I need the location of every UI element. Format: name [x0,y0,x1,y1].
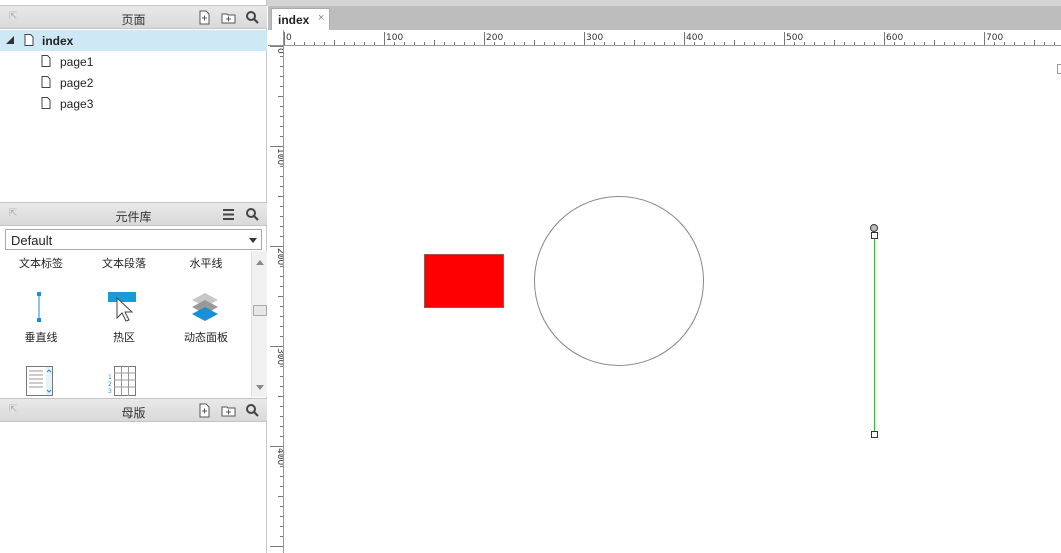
tree-item-label: page1 [60,55,94,69]
tree-item-page3[interactable]: page3 [0,93,267,114]
library-scrollbar[interactable] [251,251,267,397]
pages-panel-header: ⇱ 页面 [0,5,267,29]
tree-item-index[interactable]: index [0,30,267,51]
chevron-down-icon [249,238,257,243]
hotspot-widget-icon[interactable] [108,292,138,322]
scroll-up-icon[interactable] [256,260,264,265]
list-box-widget-icon[interactable] [26,366,53,396]
ruler-label: 200 [486,33,503,43]
widget-label[interactable]: 热区 [84,329,164,345]
scroll-down-icon[interactable] [256,385,264,390]
vertical-line-shape[interactable] [874,236,875,435]
ruler-label: 0 [286,33,292,43]
tree-item-page2[interactable]: page2 [0,72,267,93]
ruler-label: 300 [275,348,284,365]
page-icon [24,34,34,46]
vertical-line-widget-icon[interactable] [34,292,44,322]
widget-label[interactable]: 水平线 [166,255,246,271]
ruler-label: 200 [275,248,284,265]
table-widget-icon[interactable]: 123 [108,366,136,396]
circle-shape[interactable] [534,196,704,366]
ruler-corner [268,30,284,46]
search-icon[interactable] [245,403,260,418]
ruler-label: 400 [686,33,703,43]
horizontal-ruler: 0 100 200 300 400 500 600 700 [284,30,1061,46]
tab-label: index [278,13,310,27]
ruler-label: 600 [886,33,903,43]
dynamic-panel-widget-icon[interactable] [190,292,220,322]
page-icon [41,76,51,88]
menu-icon[interactable] [221,207,236,222]
close-icon[interactable]: × [318,12,324,24]
tab-index[interactable]: index × [271,8,330,30]
library-select-value: Default [11,233,53,248]
tree-item-label: page3 [60,97,94,111]
add-folder-icon[interactable] [221,403,236,418]
left-panels: ⇱ 页面 index page1 page2 page3 ⇱ 元件库 Defau… [0,0,267,553]
library-panel-header: ⇱ 元件库 [0,202,267,226]
svg-text:2: 2 [108,381,112,388]
design-canvas[interactable] [285,47,1061,553]
add-page-icon[interactable] [197,10,212,25]
ruler-label: 100 [386,33,403,43]
tree-item-label: index [42,34,74,48]
add-folder-icon[interactable] [221,10,236,25]
svg-text:1: 1 [108,374,112,381]
vertical-ruler: 0 100 200 300 400 [268,46,284,553]
collapse-triangle-icon[interactable] [6,36,14,44]
add-master-icon[interactable] [197,403,212,418]
widget-label[interactable]: 文本段落 [84,255,164,271]
page-icon [41,97,51,109]
resize-handle-top[interactable] [871,232,878,239]
scroll-thumb[interactable] [253,305,267,316]
widget-label[interactable]: 垂直线 [1,329,81,345]
search-icon[interactable] [245,10,260,25]
tree-item-page1[interactable]: page1 [0,51,267,72]
ruler-label: 300 [586,33,603,43]
ruler-label: 100 [275,148,284,165]
search-icon[interactable] [245,207,260,222]
panel-edge-marker[interactable] [1057,64,1061,74]
ruler-label: 0 [275,48,284,54]
library-select[interactable]: Default [5,229,262,250]
widget-label[interactable]: 文本标签 [1,255,81,271]
ruler-label: 700 [986,33,1003,43]
red-rectangle-shape[interactable] [424,254,504,308]
page-icon [41,55,51,67]
tree-item-label: page2 [60,76,94,90]
rotate-handle[interactable] [870,224,878,232]
masters-panel-header: ⇱ 母版 [0,398,267,422]
ruler-label: 400 [275,448,284,465]
tab-bar: index × [268,6,1061,30]
svg-text:3: 3 [108,388,112,395]
widget-label[interactable]: 动态面板 [166,329,246,345]
resize-handle-bottom[interactable] [871,431,878,438]
ruler-label: 500 [786,33,803,43]
